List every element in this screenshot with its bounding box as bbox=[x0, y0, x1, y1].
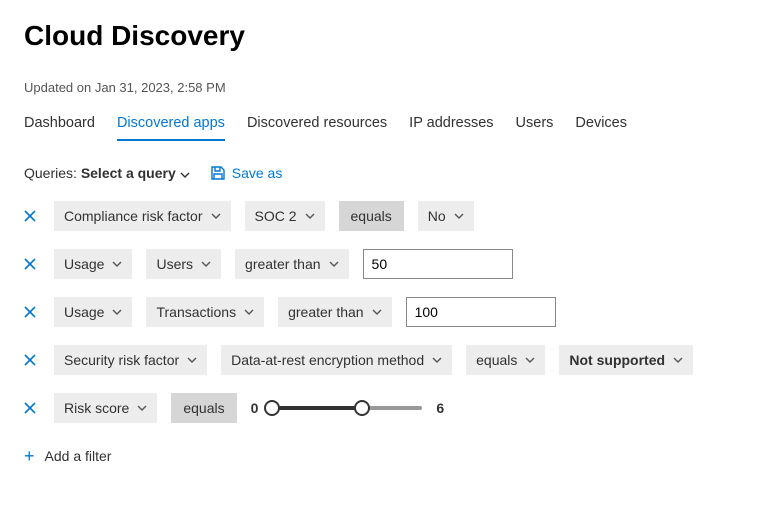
chevron-down-icon bbox=[305, 213, 315, 219]
remove-filter-button[interactable] bbox=[24, 306, 40, 318]
chevron-down-icon bbox=[187, 357, 197, 363]
save-as-button[interactable]: Save as bbox=[210, 165, 283, 181]
range-high-value: 6 bbox=[436, 400, 444, 416]
slider-track[interactable] bbox=[272, 398, 422, 418]
filter-field[interactable]: Usage bbox=[54, 249, 132, 279]
queries-label: Queries: bbox=[24, 165, 77, 181]
chevron-down-icon bbox=[432, 357, 442, 363]
page-title: Cloud Discovery bbox=[24, 20, 744, 52]
chevron-down-icon bbox=[180, 165, 190, 181]
tab-discovered-apps[interactable]: Discovered apps bbox=[117, 109, 225, 141]
chevron-down-icon bbox=[329, 261, 339, 267]
filter-subfield[interactable]: Users bbox=[146, 249, 221, 279]
filter-row: Risk scoreequals06 bbox=[24, 393, 744, 423]
chevron-down-icon bbox=[525, 357, 535, 363]
add-filter-button[interactable]: + Add a filter bbox=[24, 447, 111, 465]
filter-subfield[interactable]: Transactions bbox=[146, 297, 264, 327]
filter-operator[interactable]: greater than bbox=[278, 297, 392, 327]
range-slider: 06 bbox=[251, 398, 445, 418]
filter-row: Usage Transactions greater than bbox=[24, 297, 744, 327]
filter-value-input[interactable] bbox=[406, 297, 556, 327]
filter-field[interactable]: Compliance risk factor bbox=[54, 201, 231, 231]
tab-users[interactable]: Users bbox=[516, 109, 554, 141]
tab-dashboard[interactable]: Dashboard bbox=[24, 109, 95, 141]
save-icon bbox=[210, 165, 226, 181]
chevron-down-icon bbox=[211, 213, 221, 219]
chevron-down-icon bbox=[244, 309, 254, 315]
chevron-down-icon bbox=[673, 357, 683, 363]
remove-filter-button[interactable] bbox=[24, 258, 40, 270]
chevron-down-icon bbox=[112, 309, 122, 315]
filter-field[interactable]: Security risk factor bbox=[54, 345, 207, 375]
filter-field[interactable]: Usage bbox=[54, 297, 132, 327]
chevron-down-icon bbox=[454, 213, 464, 219]
save-as-label: Save as bbox=[232, 165, 283, 181]
plus-icon: + bbox=[24, 447, 35, 465]
filter-value[interactable]: Not supported bbox=[559, 345, 693, 375]
slider-thumb-high[interactable] bbox=[354, 400, 370, 416]
filter-subfield[interactable]: SOC 2 bbox=[245, 201, 325, 231]
chevron-down-icon bbox=[137, 405, 147, 411]
chevron-down-icon bbox=[372, 309, 382, 315]
filters-list: Compliance risk factor SOC 2 equals No Usage… bbox=[24, 201, 744, 423]
remove-filter-button[interactable] bbox=[24, 210, 40, 222]
filter-field[interactable]: Risk score bbox=[54, 393, 157, 423]
remove-filter-button[interactable] bbox=[24, 402, 40, 414]
filter-operator[interactable]: equals bbox=[466, 345, 545, 375]
filter-row: Usage Users greater than bbox=[24, 249, 744, 279]
filter-operator[interactable]: greater than bbox=[235, 249, 349, 279]
remove-filter-button[interactable] bbox=[24, 354, 40, 366]
slider-thumb-low[interactable] bbox=[264, 400, 280, 416]
filter-row: Compliance risk factor SOC 2 equals No bbox=[24, 201, 744, 231]
filter-operator[interactable]: equals bbox=[171, 393, 236, 423]
filter-value-input[interactable] bbox=[363, 249, 513, 279]
chevron-down-icon bbox=[112, 261, 122, 267]
filter-row: Security risk factor Data-at-rest encrypt… bbox=[24, 345, 744, 375]
queries-row: Queries: Select a query Save as bbox=[24, 165, 744, 181]
queries-select[interactable]: Select a query bbox=[81, 165, 190, 181]
filter-subfield[interactable]: Data-at-rest encryption method bbox=[221, 345, 452, 375]
updated-timestamp: Updated on Jan 31, 2023, 2:58 PM bbox=[24, 80, 744, 95]
tabs: Dashboard Discovered apps Discovered resou… bbox=[24, 109, 744, 141]
tab-devices[interactable]: Devices bbox=[575, 109, 627, 141]
tab-ip-addresses[interactable]: IP addresses bbox=[409, 109, 493, 141]
range-low-value: 0 bbox=[251, 400, 259, 416]
chevron-down-icon bbox=[201, 261, 211, 267]
queries-select-text: Select a query bbox=[81, 165, 176, 181]
tab-discovered-resources[interactable]: Discovered resources bbox=[247, 109, 387, 141]
add-filter-label: Add a filter bbox=[45, 448, 112, 464]
filter-operator[interactable]: equals bbox=[339, 201, 404, 231]
filter-value[interactable]: No bbox=[418, 201, 474, 231]
